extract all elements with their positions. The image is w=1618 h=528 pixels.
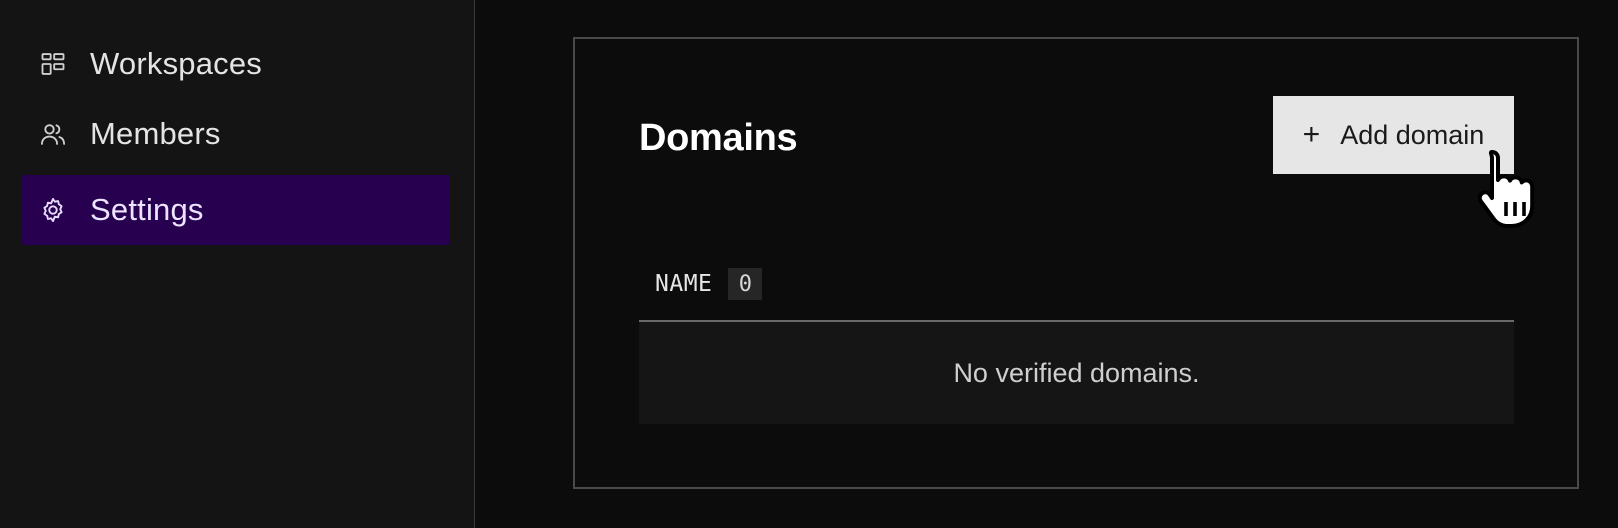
plus-icon: +: [1302, 118, 1321, 151]
gear-icon: [38, 195, 68, 225]
sidebar-item-settings[interactable]: Settings: [22, 175, 450, 245]
sidebar-item-label: Settings: [90, 192, 204, 227]
table-header: NAME 0: [639, 264, 763, 304]
workspaces-grid-icon: [38, 49, 68, 79]
members-icon: [38, 119, 68, 149]
column-header-name[interactable]: NAME: [655, 271, 712, 297]
add-domain-label: Add domain: [1340, 119, 1485, 150]
empty-state-row: No verified domains.: [639, 322, 1514, 424]
count-badge: 0: [728, 268, 763, 300]
sidebar-item-label: Workspaces: [90, 46, 262, 81]
sidebar-item-workspaces[interactable]: Workspaces: [22, 29, 450, 99]
sidebar-item-members[interactable]: Members: [22, 99, 450, 169]
add-domain-button[interactable]: + Add domain: [1273, 96, 1514, 174]
page-title: Domains: [639, 117, 798, 159]
domains-panel: Domains + Add domain NAME 0 No verified …: [573, 37, 1579, 489]
app-window: Workspaces Members Settings Domains + Ad…: [0, 0, 1618, 528]
sidebar-item-label: Members: [90, 116, 221, 151]
sidebar: Workspaces Members Settings: [0, 0, 475, 528]
